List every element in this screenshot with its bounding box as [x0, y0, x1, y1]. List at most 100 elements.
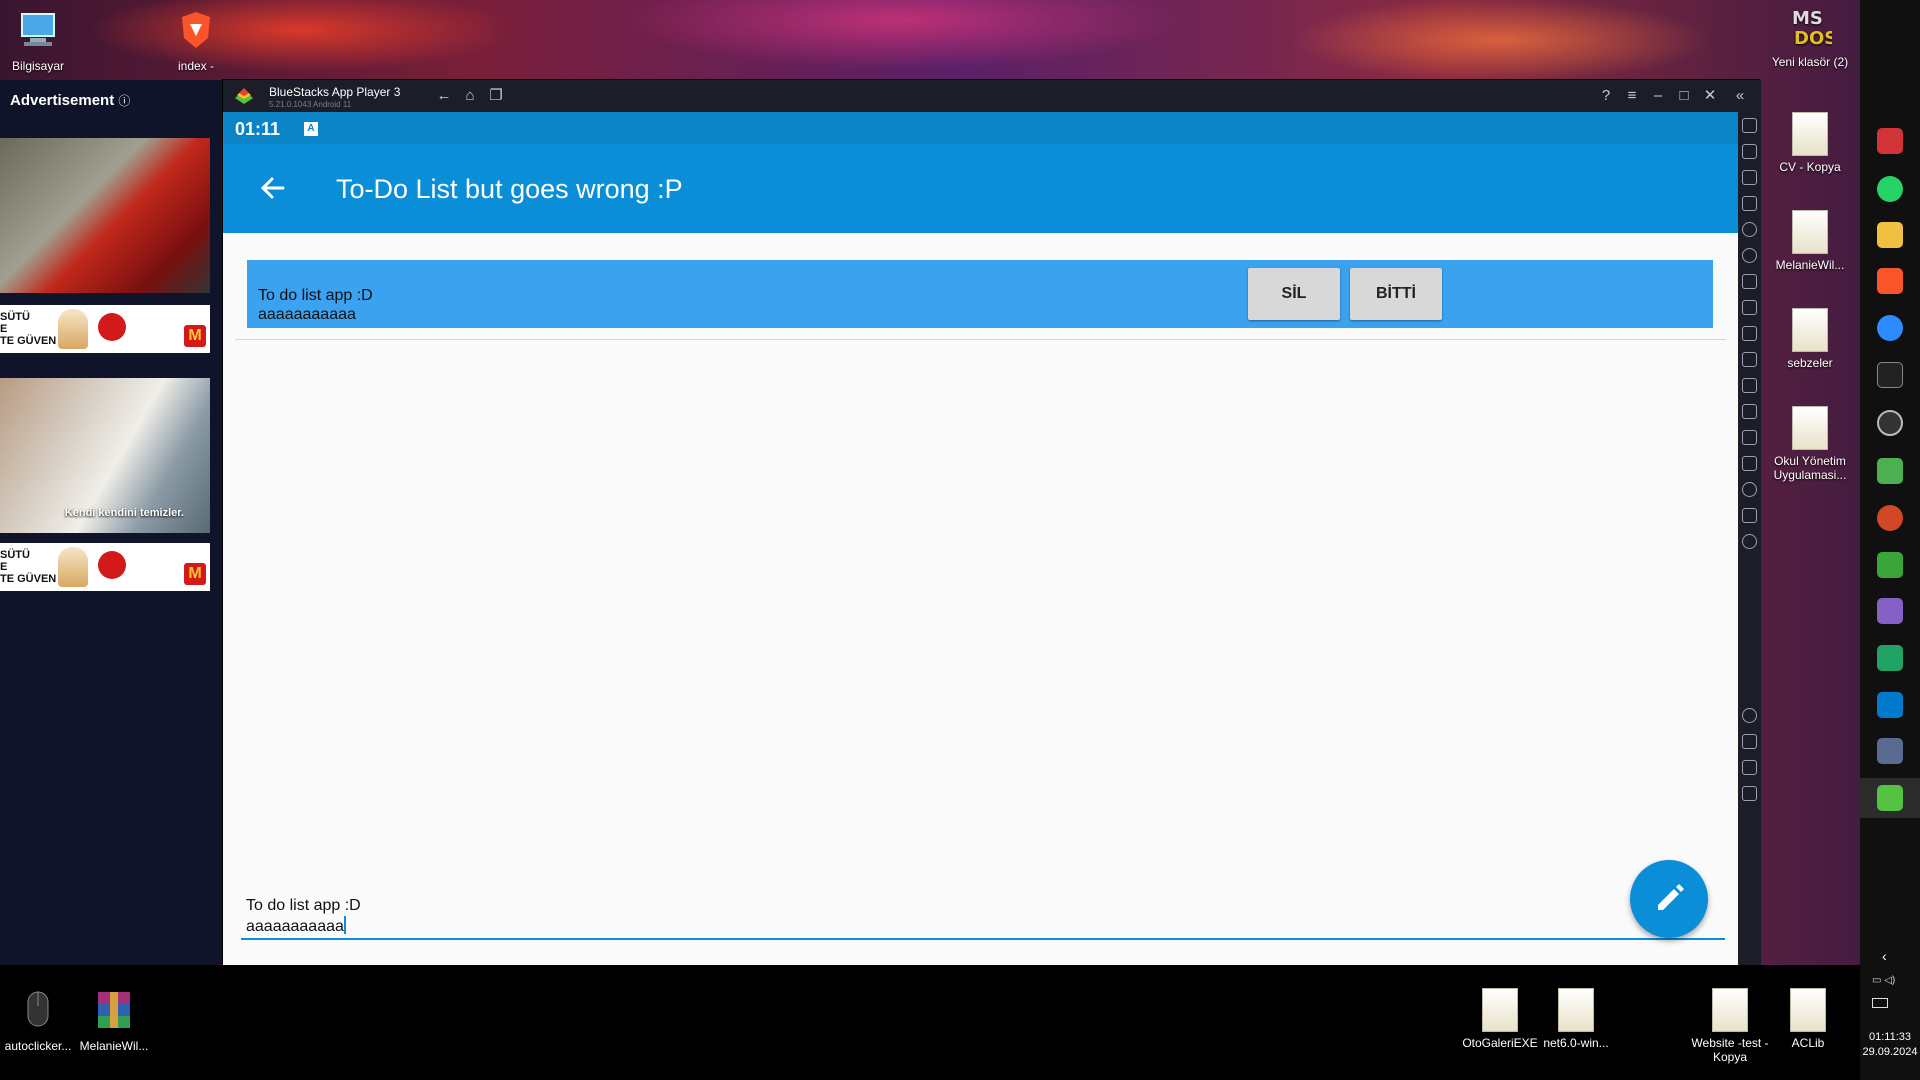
- taskbar-clock[interactable]: 01:11:33 29.09.2024: [1860, 1030, 1920, 1060]
- desktop-icon-index[interactable]: index -: [156, 8, 236, 73]
- record-icon[interactable]: [1742, 248, 1757, 263]
- app-bar: To-Do List but goes wrong :P: [223, 144, 1738, 233]
- back-arrow-icon[interactable]: [255, 170, 291, 206]
- whatsapp-icon[interactable]: [1877, 176, 1903, 202]
- bluestacks-taskbar-icon[interactable]: [1877, 785, 1903, 811]
- brave-browser-icon[interactable]: [1877, 268, 1903, 294]
- ad-banner-mcdonalds[interactable]: SÜTÜ E TE GÜVEN M: [0, 543, 210, 591]
- delete-button[interactable]: SİL: [1248, 268, 1340, 320]
- app-icon[interactable]: [1877, 738, 1903, 764]
- todo-item-detail: aaaaaaaaaaa: [258, 306, 356, 323]
- windows-taskbar: ‹ ▭ ◁) 01:11:33 29.09.2024: [1860, 0, 1920, 1080]
- todo-item-title: To do list app :D: [258, 287, 373, 304]
- desktop-icon-label: index -: [177, 59, 215, 73]
- home-icon[interactable]: ⌂: [461, 87, 479, 105]
- location-icon[interactable]: [1742, 482, 1757, 497]
- powerpoint-icon[interactable]: [1877, 505, 1903, 531]
- desktop-icon-net6[interactable]: net6.0-win...: [1536, 988, 1616, 1050]
- info-icon[interactable]: ⓘ: [118, 94, 130, 108]
- office-icon[interactable]: [1877, 128, 1903, 154]
- terminal-icon[interactable]: [1877, 362, 1903, 388]
- minecraft-icon[interactable]: [1877, 552, 1903, 578]
- screenshot-icon[interactable]: [1742, 326, 1757, 341]
- desktop-icon-aclib[interactable]: ACLib: [1768, 988, 1848, 1050]
- zoom-icon[interactable]: [1877, 315, 1903, 341]
- fullscreen-icon[interactable]: [1742, 118, 1757, 133]
- keyboard-controls-icon[interactable]: [1742, 196, 1757, 211]
- maximize-icon[interactable]: □: [1675, 87, 1693, 105]
- todo-list-item[interactable]: To do list app :D aaaaaaaaaaa SİL BİTTİ: [247, 260, 1713, 328]
- done-button[interactable]: BİTTİ: [1350, 268, 1442, 320]
- clock-date: 29.09.2024: [1862, 1046, 1918, 1058]
- ad-banner-text: SÜTÜ E TE GÜVEN: [0, 549, 56, 585]
- google-classroom-icon[interactable]: [1877, 645, 1903, 671]
- desktop-icon-yeni-klasor[interactable]: MS DOS Yeni klasör (2): [1765, 4, 1855, 69]
- app-title: To-Do List but goes wrong :P: [336, 174, 683, 204]
- todo-input-field[interactable]: To do list app :D aaaaaaaaaaa: [241, 890, 1725, 940]
- desktop-icon-winrar[interactable]: MelanieWil...: [74, 988, 154, 1053]
- bluestacks-sidebar: [1738, 112, 1761, 965]
- network-volume-icon[interactable]: ▭ ◁): [1872, 975, 1908, 989]
- brave-icon: [182, 12, 210, 48]
- ad-banner-mcdonalds[interactable]: SÜTÜ E TE GÜVEN M: [0, 305, 210, 353]
- desktop-icon-label: net6.0-win...: [1543, 1036, 1609, 1050]
- desktop-icon-cv[interactable]: CV - Kopya: [1765, 112, 1855, 174]
- media-icon[interactable]: [1742, 170, 1757, 185]
- yerli-badge: [98, 551, 126, 579]
- back-nav-icon[interactable]: [1742, 734, 1757, 749]
- ad-room-caption: Kendi kendini temizler.: [64, 507, 184, 519]
- desktop-icon-computer[interactable]: Bilgisayar: [0, 8, 78, 73]
- menu-icon[interactable]: ≡: [1623, 87, 1641, 105]
- desktop-icon-melanie[interactable]: MelanieWil...: [1765, 210, 1855, 272]
- desktop-icon-label: MelanieWil...: [1775, 258, 1845, 272]
- layers-icon[interactable]: [1742, 508, 1757, 523]
- mouse-icon: [27, 991, 49, 1027]
- minimize-icon[interactable]: –: [1649, 87, 1667, 105]
- home-nav-icon[interactable]: [1742, 760, 1757, 775]
- android-screen: 01:11 A To-Do List but goes wrong :P To …: [223, 112, 1738, 965]
- msdos-logo-icon: MS DOS: [1792, 8, 1837, 49]
- file-explorer-icon[interactable]: [1877, 222, 1903, 248]
- bluestacks-titlebar[interactable]: BlueStacks App Player 3 5.21.0.1043 Andr…: [223, 80, 1761, 112]
- desktop-icon-okul[interactable]: Okul Yönetim Uygulamasi...: [1765, 406, 1855, 482]
- airplane-mode-icon[interactable]: [1742, 404, 1757, 419]
- desktop-icon-label: CV - Kopya: [1779, 160, 1841, 174]
- visual-studio-icon[interactable]: [1877, 598, 1903, 624]
- ad-image-room[interactable]: Kendi kendini temizler.: [0, 378, 210, 533]
- multi-instance-icon[interactable]: [1742, 274, 1757, 289]
- screen-record-icon[interactable]: [1742, 352, 1757, 367]
- battery-icon[interactable]: [1872, 998, 1888, 1008]
- eco-mode-icon[interactable]: [1742, 534, 1757, 549]
- media-folder-icon[interactable]: [1742, 378, 1757, 393]
- list-divider: [235, 339, 1726, 340]
- gamepad-icon[interactable]: [1742, 300, 1757, 315]
- recents-nav-icon[interactable]: [1742, 786, 1757, 801]
- folder-icon: [1790, 988, 1826, 1032]
- notepad-icon[interactable]: [1877, 458, 1903, 484]
- desktop-icon-otogaleri[interactable]: OtoGaleriEXE: [1460, 988, 1540, 1050]
- desktop-icon-website[interactable]: Website -test - Kopya: [1690, 988, 1770, 1064]
- obs-icon[interactable]: [1877, 410, 1903, 436]
- chevron-left-icon[interactable]: ‹: [1882, 948, 1887, 964]
- settings-icon[interactable]: [1742, 708, 1757, 723]
- text-caret: [343, 916, 346, 934]
- desktop-icon-autoclicker[interactable]: autoclicker...: [0, 988, 78, 1053]
- close-icon[interactable]: ✕: [1701, 87, 1719, 105]
- ad-image-car[interactable]: [0, 138, 210, 293]
- todo-input-line: To do list app :D: [246, 897, 361, 914]
- ad-banner-line: TE GÜVEN: [0, 573, 57, 585]
- back-icon[interactable]: ←: [435, 87, 453, 105]
- edit-fab-button[interactable]: [1630, 860, 1708, 938]
- collapse-sidebar-icon[interactable]: «: [1731, 87, 1749, 105]
- vscode-icon[interactable]: [1877, 692, 1903, 718]
- rotate-icon[interactable]: [1742, 456, 1757, 471]
- folder-icon: [1482, 988, 1518, 1032]
- help-icon[interactable]: ?: [1597, 87, 1615, 105]
- computer-icon: [21, 13, 55, 46]
- desktop-icon-sebzeler[interactable]: sebzeler: [1765, 308, 1855, 370]
- desktop-icon-label: Yeni klasör (2): [1771, 55, 1849, 69]
- volume-icon[interactable]: [1742, 144, 1757, 159]
- macro-icon[interactable]: [1742, 222, 1757, 237]
- install-apk-icon[interactable]: [1742, 430, 1757, 445]
- recent-apps-icon[interactable]: ❐: [487, 87, 505, 105]
